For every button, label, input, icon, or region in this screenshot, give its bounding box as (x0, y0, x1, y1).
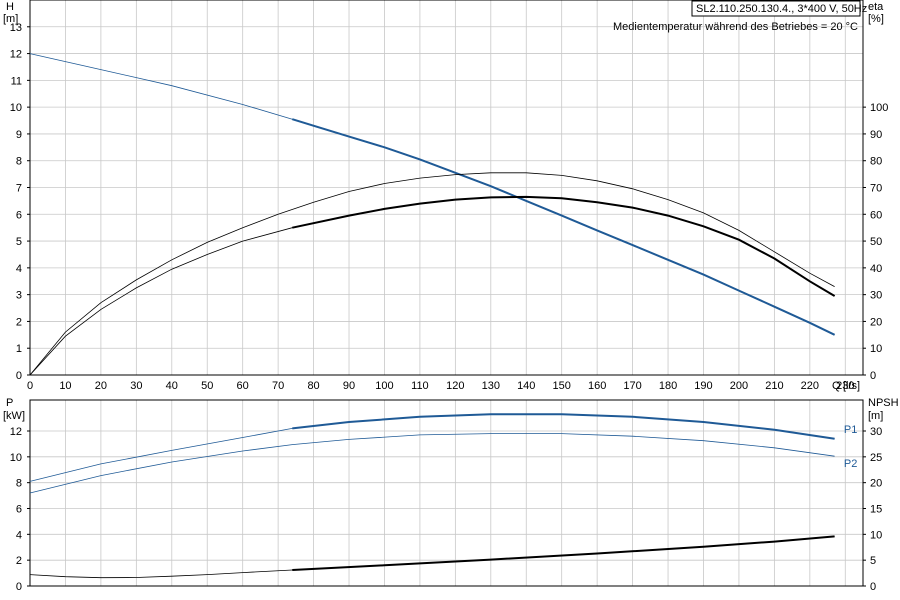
tick-label-left: 8 (16, 156, 22, 168)
tick-label-left: 1 (16, 343, 22, 355)
x-tick-label: 160 (588, 380, 606, 392)
axis-label-left: H (6, 1, 14, 13)
tick-label-left: 6 (16, 504, 22, 516)
pump-performance-chart: 0 1 2 3 4 5 6 7 8 9 10 11 12 13 0 10 20 30 40 50 60 70 80 90 100… (0, 0, 900, 600)
tick-label-left: 10 (10, 102, 22, 114)
tick-label-left: 5 (16, 236, 22, 248)
series-duty-P1 (292, 413, 835, 440)
x-tick-label: 10 (59, 380, 71, 392)
x-tick-label: 100 (375, 380, 393, 392)
tick-label-right: 5 (870, 555, 876, 567)
tick-label-left: 9 (16, 129, 22, 141)
tick-label-right: 30 (870, 290, 882, 302)
series-line-H (29, 53, 835, 336)
x-tick-label: 200 (730, 380, 748, 392)
x-tick-label: 140 (517, 380, 535, 392)
series-line-P2 (29, 433, 835, 494)
series-label-P2: P2 (844, 458, 857, 470)
x-tick-label: 180 (659, 380, 677, 392)
series-line-P1 (29, 413, 835, 482)
axis-label-right: NPSH (868, 397, 899, 409)
x-tick-label: 150 (553, 380, 571, 392)
tick-label-left: 8 (16, 478, 22, 490)
tick-label-right: 10 (870, 343, 882, 355)
x-tick-label: 210 (765, 380, 783, 392)
x-tick-label: 170 (623, 380, 641, 392)
tick-label-left: 12 (10, 426, 22, 438)
x-tick-label: 30 (130, 380, 142, 392)
x-tick-label: 50 (201, 380, 213, 392)
tick-label-right: 0 (870, 581, 876, 593)
tick-label-left: 3 (16, 290, 22, 302)
tick-label-left: 0 (16, 370, 22, 382)
tick-label-right: 20 (870, 478, 882, 490)
tick-label-left: 12 (10, 49, 22, 61)
x-tick-label: 70 (272, 380, 284, 392)
x-axis-unit: [l/s] (843, 380, 860, 392)
x-tick-label: 80 (307, 380, 319, 392)
x-tick-label: 110 (411, 380, 429, 392)
tick-label-left: 10 (10, 452, 22, 464)
tick-label-left: 7 (16, 183, 22, 195)
panel-bottom: 0 2 4 6 8 10 12 0 5 10 15 20 25 30 P[kW] NPSH[m] P1 P2 (3, 397, 899, 593)
tick-label-right: 70 (870, 183, 882, 195)
tick-label-right: 100 (870, 102, 888, 114)
tick-label-left: 2 (16, 316, 22, 328)
tick-label-right: 25 (870, 452, 882, 464)
x-tick-label: 130 (482, 380, 500, 392)
x-axis-label: Q (832, 380, 841, 392)
axis-label-left: P (6, 397, 13, 409)
tick-label-right: 30 (870, 426, 882, 438)
x-tick-label: 90 (343, 380, 355, 392)
axis-unit-right: [%] (868, 13, 884, 25)
x-tick-label: 190 (694, 380, 712, 392)
pump-label: SL2.110.250.130.4., 3*400 V, 50Hz (696, 3, 867, 15)
tick-label-left: 6 (16, 209, 22, 221)
tick-label-right: 60 (870, 209, 882, 221)
tick-label-left: 11 (11, 75, 22, 87)
tick-label-right: 80 (870, 156, 882, 168)
tick-label-right: 90 (870, 129, 882, 141)
x-tick-label: 60 (237, 380, 249, 392)
x-tick-label: 40 (166, 380, 178, 392)
chart-canvas: 0123456789101112130102030405060708090100… (3, 0, 899, 593)
axis-unit-left: [m] (3, 13, 18, 25)
series-duty-eta_b (292, 195, 836, 297)
medium-note: Medientemperatur während des Betriebes =… (613, 21, 858, 33)
series-line-NPSH (29, 536, 835, 579)
panel-top: 0123456789101112130102030405060708090100… (3, 0, 888, 382)
axis-unit-left: [kW] (3, 410, 25, 422)
tick-label-left: 4 (16, 529, 22, 541)
x-tick-label: 120 (446, 380, 464, 392)
tick-label-right: 50 (870, 236, 882, 248)
tick-label-right: 20 (870, 316, 882, 328)
axis-unit-right: [m] (868, 410, 883, 422)
tick-label-right: 15 (870, 504, 882, 516)
series-label-P1: P1 (844, 424, 857, 436)
plot-frame (29, 399, 864, 587)
series-duty-H (292, 118, 836, 336)
tick-label-right: 10 (870, 529, 882, 541)
series-duty-NPSH (292, 535, 835, 571)
x-tick-label: 220 (801, 380, 819, 392)
tick-label-left: 0 (16, 581, 22, 593)
tick-label-left: 2 (16, 555, 22, 567)
x-tick-label: 0 (27, 380, 33, 392)
tick-label-right: 0 (870, 370, 876, 382)
tick-label-left: 4 (16, 263, 22, 275)
x-tick-label: 20 (95, 380, 107, 392)
tick-label-right: 40 (870, 263, 882, 275)
axis-label-right: eta (868, 1, 884, 13)
